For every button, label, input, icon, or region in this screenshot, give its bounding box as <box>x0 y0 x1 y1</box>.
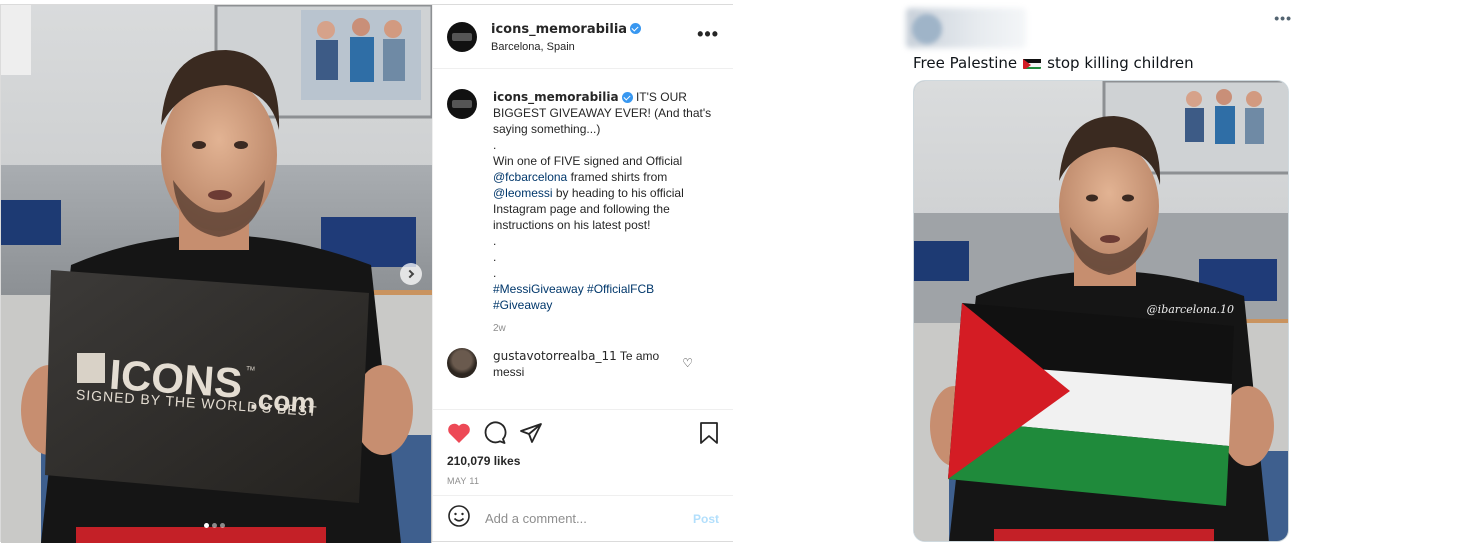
tweet-more-button[interactable]: ••• <box>1274 10 1292 26</box>
tweet-card: ••• Free Palestine stop killing children <box>904 0 1294 550</box>
hashtag-messigiveaway[interactable]: #MessiGiveaway <box>493 282 584 296</box>
comment-like-heart-icon[interactable]: ♡ <box>682 356 693 370</box>
carousel-next-button[interactable] <box>400 263 422 285</box>
post-location[interactable]: Barcelona, Spain <box>491 41 641 53</box>
mention-fcbarcelona[interactable]: @fcbarcelona <box>493 170 567 184</box>
tweet-image[interactable]: @ibarcelona.10 <box>913 80 1289 542</box>
caption-line-2a: Win one of FIVE signed and Official <box>493 154 683 168</box>
caption-body: Win one of FIVE signed and Official @fcb… <box>493 153 713 233</box>
caption-text: icons_memorabilia IT'S OUR BIGGEST GIVEA… <box>493 89 713 313</box>
chevron-right-icon <box>405 269 415 279</box>
header-username[interactable]: icons_memorabilia <box>491 22 627 37</box>
action-icons <box>447 420 719 446</box>
commenter-avatar[interactable] <box>447 348 477 378</box>
tweet-text-before: Free Palestine <box>913 54 1018 72</box>
hashtag-giveaway[interactable]: #Giveaway <box>493 297 713 313</box>
instagram-post: ICONS .com SIGNED BY THE WORLD'S BEST TM… <box>0 4 733 543</box>
post-side-panel: icons_memorabilia Barcelona, Spain ••• i… <box>432 5 733 541</box>
comment-bubble-icon[interactable] <box>483 421 507 445</box>
tweet-text-after: stop killing children <box>1047 54 1194 72</box>
comment-text: gustavotorrealba_11 Te amo messi <box>493 348 673 380</box>
commenter-username[interactable]: gustavotorrealba_11 <box>493 349 617 363</box>
comment-item: gustavotorrealba_11 Te amo messi ♡ <box>447 348 719 380</box>
share-send-icon[interactable] <box>519 421 543 445</box>
mention-leomessi[interactable]: @leomessi <box>493 186 553 200</box>
hashtags: #MessiGiveaway #OfficialFCB <box>493 281 713 297</box>
palestine-flag-icon <box>1023 57 1042 69</box>
caption-dot: . <box>493 138 497 152</box>
more-options-button[interactable]: ••• <box>697 25 719 43</box>
caption-section: icons_memorabilia IT'S OUR BIGGEST GIVEA… <box>433 69 733 410</box>
caption-line-2b: framed shirts from <box>567 170 668 184</box>
caption-dot: . <box>493 250 497 264</box>
blurred-author-avatar[interactable] <box>912 14 942 44</box>
sign-trademark: TM <box>246 366 255 373</box>
post-comment-button[interactable]: Post <box>693 512 719 526</box>
carousel-dots <box>204 523 225 528</box>
post-header: icons_memorabilia Barcelona, Spain ••• <box>433 5 733 69</box>
emoji-smiley-icon[interactable] <box>447 504 471 533</box>
post-actions: 210,079 likes MAY 11 <box>433 410 733 496</box>
post-photo[interactable]: ICONS .com SIGNED BY THE WORLD'S BEST TM <box>1 5 432 543</box>
hashtag-officialfcb[interactable]: #OfficialFCB <box>587 282 654 296</box>
image-watermark: @ibarcelona.10 <box>1146 303 1234 316</box>
carousel-dot-active <box>204 523 209 528</box>
likes-count[interactable]: 210,079 likes <box>447 454 719 468</box>
profile-avatar[interactable] <box>447 21 477 52</box>
logo-icon <box>452 100 472 108</box>
bookmark-save-icon[interactable] <box>699 421 719 450</box>
add-comment-bar: Post <box>433 496 733 541</box>
carousel-dot <box>220 523 225 528</box>
tweet-text: Free Palestine stop killing children <box>913 54 1194 72</box>
verified-badge-icon <box>621 92 633 104</box>
like-heart-icon[interactable] <box>447 421 471 445</box>
carousel-dot <box>212 523 217 528</box>
caption-avatar[interactable] <box>447 89 477 119</box>
caption-row: icons_memorabilia IT'S OUR BIGGEST GIVEA… <box>447 89 719 313</box>
caption-dot: . <box>493 266 497 280</box>
caption-dot: . <box>493 234 497 248</box>
caption-timestamp[interactable]: 2w <box>493 323 719 334</box>
verified-badge-icon <box>630 23 642 35</box>
header-names: icons_memorabilia Barcelona, Spain <box>491 20 642 53</box>
post-date: MAY 11 <box>447 476 480 486</box>
messi-icons-photo: ICONS .com SIGNED BY THE WORLD'S BEST TM <box>1 5 432 543</box>
caption-username[interactable]: icons_memorabilia <box>493 90 619 104</box>
logo-icon <box>452 32 472 41</box>
add-comment-input[interactable] <box>485 511 685 526</box>
